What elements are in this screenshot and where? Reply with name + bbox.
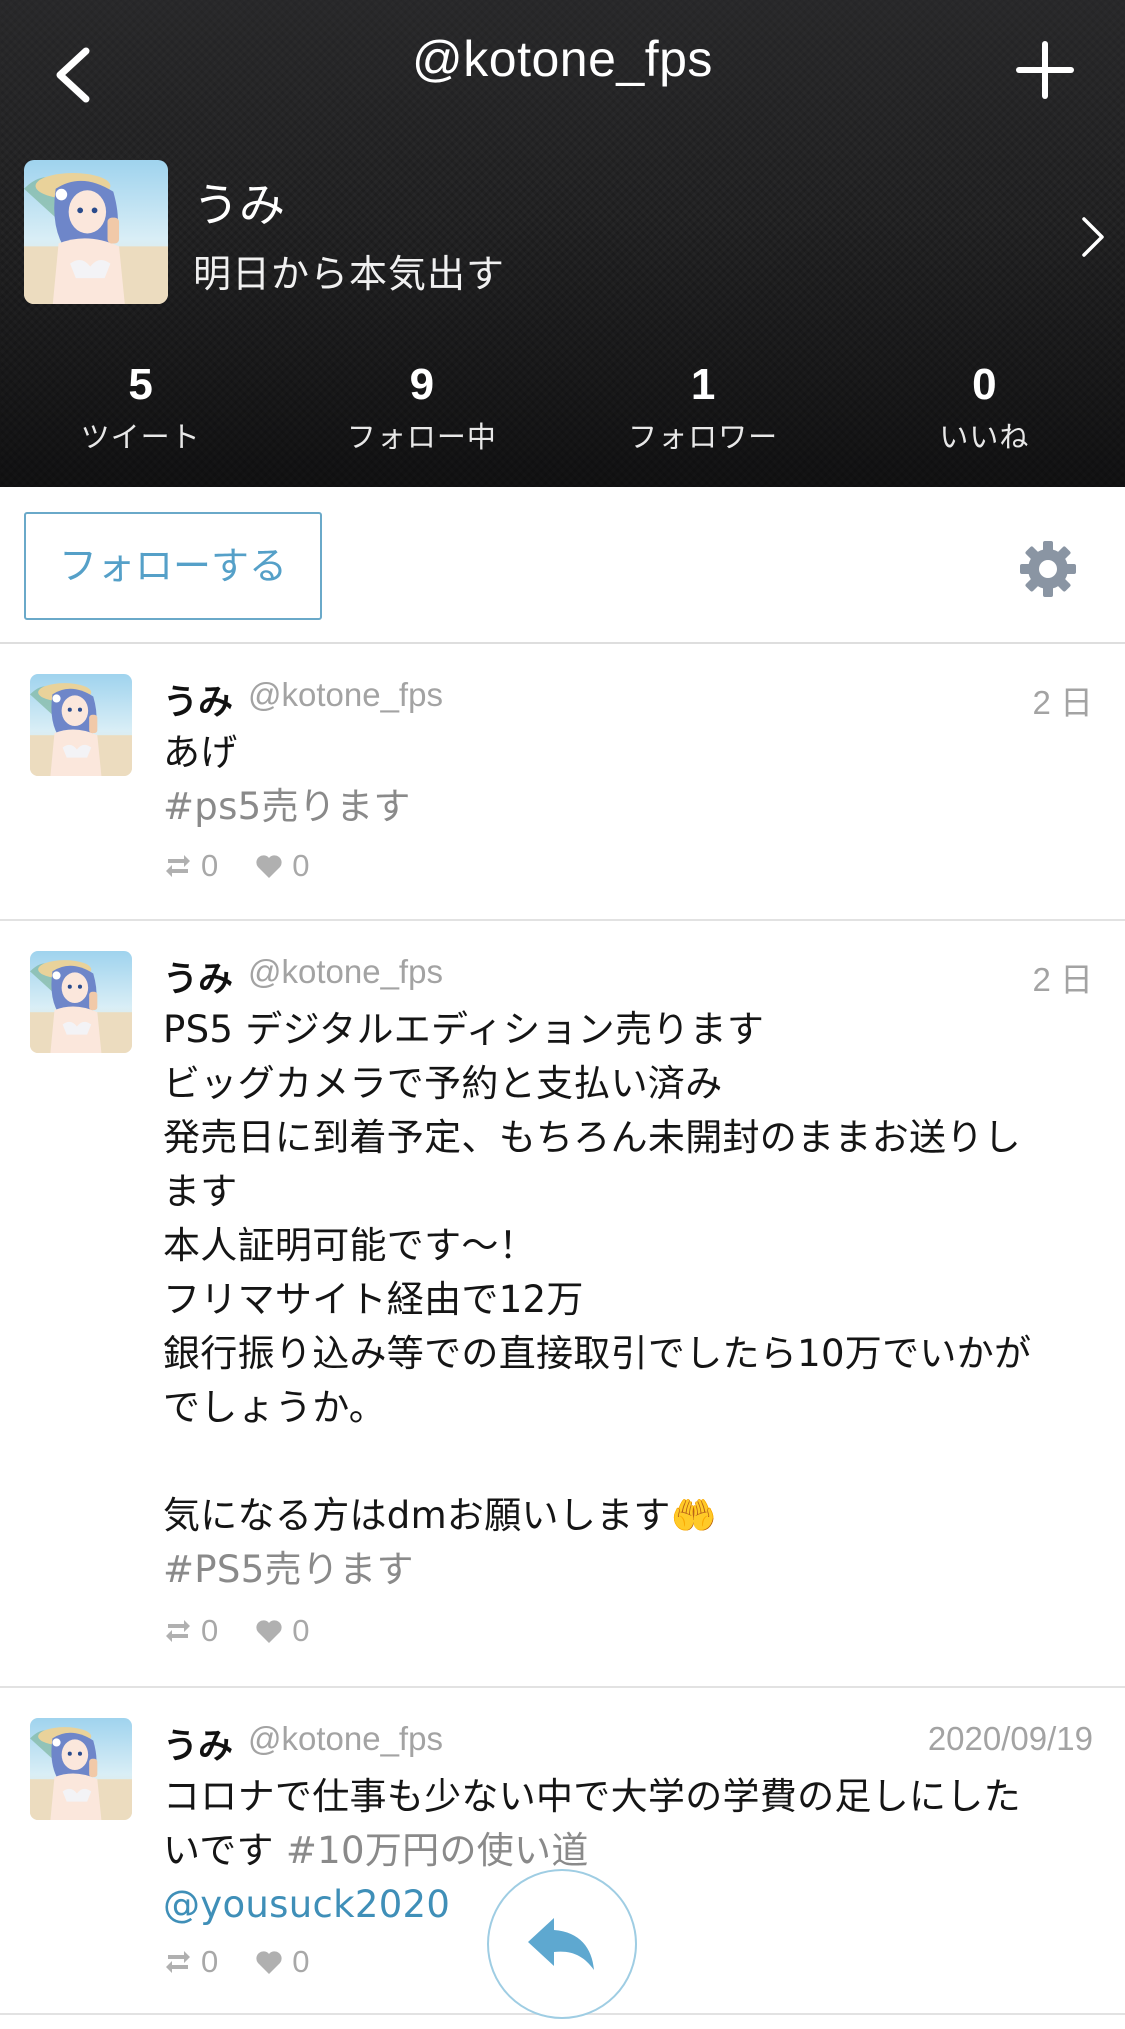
heart-icon [256, 855, 282, 878]
stat-label: ツイート [80, 420, 201, 454]
tweet-body: あげ [163, 731, 238, 774]
like-button[interactable]: 0 [254, 1613, 310, 1649]
tweet-actions: 0 0 [163, 1611, 346, 1651]
like-count: 0 [292, 848, 310, 883]
reply-fab-button[interactable] [487, 1869, 637, 2019]
avatar[interactable] [30, 1718, 132, 1820]
hashtag-link[interactable]: #10万円の使い道 [286, 1829, 589, 1872]
tweet-timestamp: 2 日 [1032, 684, 1093, 721]
profile-header: @kotone_fps うみ 明日から本気出す 5 ツイート 9 フォロー中 1… [0, 0, 1125, 487]
like-button[interactable]: 0 [254, 848, 310, 884]
tweet-author-name: うみ [163, 960, 234, 1000]
hashtag-link[interactable]: #PS5売ります [163, 1548, 414, 1591]
plus-icon [1016, 41, 1074, 99]
follow-button[interactable]: フォローする [24, 512, 322, 620]
gear-icon [1020, 541, 1076, 597]
tweet-author-handle: @kotone_fps [248, 1720, 443, 1757]
tweet-author-handle: @kotone_fps [248, 676, 443, 713]
retweet-icon [166, 1951, 190, 1973]
tweet-text: PS5 デジタルエディション売ります ビッグカメラで予約と支払い済み 発売日に到… [163, 1003, 1078, 1597]
tweet-timestamp: 2 日 [1032, 961, 1093, 998]
mention-link[interactable]: @yousuck2020 [163, 1883, 450, 1926]
page-title: @kotone_fps [412, 31, 713, 87]
retweet-button[interactable]: 0 [163, 1944, 218, 1980]
profile-stats: 5 ツイート 9 フォロー中 1 フォロワー 0 いいね [0, 355, 1125, 465]
stat-following[interactable]: 9 フォロー中 [281, 355, 562, 465]
heart-icon [256, 1951, 282, 1974]
tweet-text: あげ #ps5売ります [163, 726, 1078, 834]
stat-count: 9 [409, 360, 435, 409]
avatar[interactable] [30, 674, 132, 776]
like-button[interactable]: 0 [254, 1944, 310, 1980]
hashtag-link[interactable]: #ps5売ります [163, 785, 411, 828]
add-button[interactable] [1010, 30, 1080, 110]
stat-followers[interactable]: 1 フォロワー [563, 355, 844, 465]
tweet-item[interactable]: うみ @kotone_fps 2 日 PS5 デジタルエディション売ります ビッ… [0, 923, 1125, 1688]
tweet-author-name: うみ [163, 683, 234, 723]
profile-bio: 明日から本気出す [193, 252, 506, 296]
settings-button[interactable] [1018, 539, 1078, 599]
stat-label: フォロー中 [346, 420, 497, 454]
tweet-actions: 0 0 [163, 1942, 346, 1982]
stat-label: いいね [939, 420, 1030, 454]
tweet-author-handle: @kotone_fps [248, 953, 443, 990]
display-name: うみ [193, 178, 285, 232]
stat-count: 5 [128, 360, 153, 409]
retweet-count: 0 [201, 1613, 219, 1648]
avatar[interactable] [30, 951, 132, 1053]
tweet-timestamp: 2020/09/19 [927, 1720, 1093, 1757]
profile-action-bar: フォローする [0, 487, 1125, 644]
stat-likes[interactable]: 0 いいね [844, 355, 1125, 465]
retweet-button[interactable]: 0 [163, 848, 218, 884]
profile-summary[interactable]: うみ 明日から本気出す [0, 155, 1125, 310]
heart-icon [256, 1620, 282, 1643]
tweet-body: PS5 デジタルエディション売ります ビッグカメラで予約と支払い済み 発売日に到… [163, 1008, 1032, 1537]
retweet-icon [166, 855, 190, 877]
retweet-icon [166, 1620, 190, 1642]
tweet-actions: 0 0 [163, 846, 346, 886]
retweet-count: 0 [201, 1944, 219, 1979]
stat-label: フォロワー [628, 420, 779, 454]
like-count: 0 [292, 1613, 310, 1648]
stat-count: 0 [972, 360, 997, 409]
reply-icon [528, 1918, 594, 1970]
stat-tweets[interactable]: 5 ツイート [0, 355, 281, 465]
chevron-right-icon [1082, 217, 1104, 257]
stat-count: 1 [690, 360, 716, 409]
avatar[interactable] [24, 160, 168, 304]
tweet-item[interactable]: うみ @kotone_fps 2 日 あげ #ps5売ります 0 0 [0, 646, 1125, 921]
like-count: 0 [292, 1944, 310, 1979]
tweet-author-name: うみ [163, 1727, 234, 1767]
retweet-button[interactable]: 0 [163, 1613, 218, 1649]
retweet-count: 0 [201, 848, 219, 883]
